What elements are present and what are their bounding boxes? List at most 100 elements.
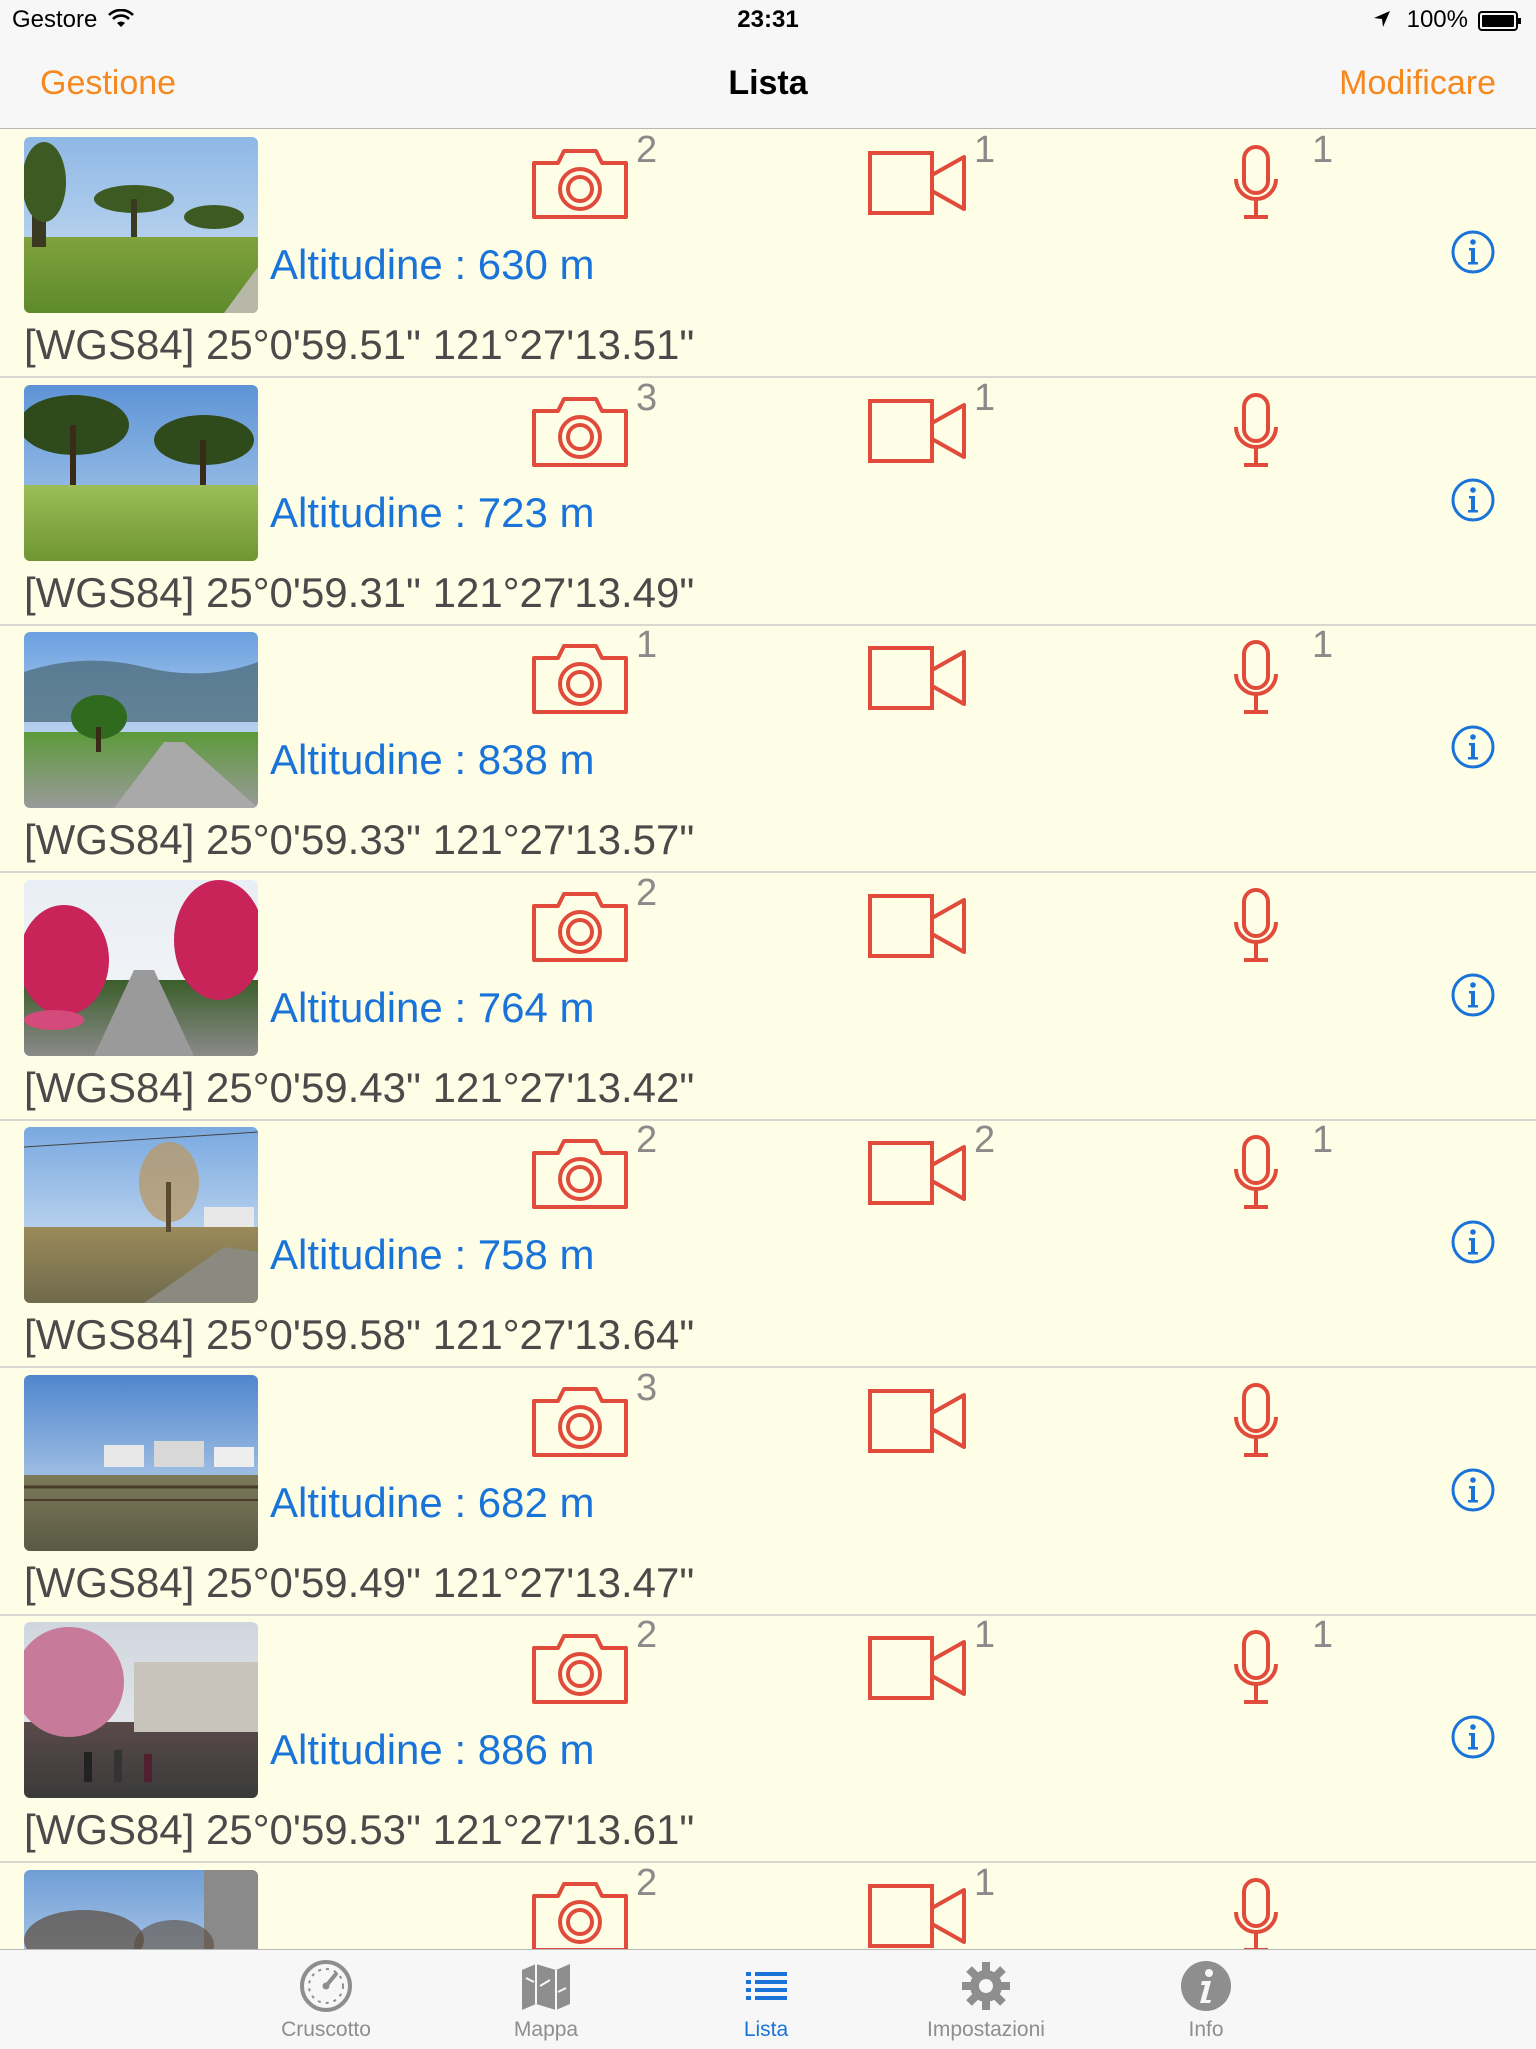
coordinates-label: [WGS84] 25°0'59.58" 121°27'13.64": [24, 1311, 695, 1358]
tab-info[interactable]: Info: [1126, 1958, 1286, 2042]
microphone-icon[interactable]: [1232, 1630, 1280, 1706]
photo-count: 2: [636, 129, 658, 171]
location-arrow-icon: [1372, 8, 1392, 36]
video-camera-icon[interactable]: [868, 1141, 968, 1205]
gear-icon: [962, 1962, 1010, 2010]
camera-icon[interactable]: [530, 1630, 630, 1706]
microphone-icon[interactable]: [1232, 1135, 1280, 1211]
tab-label: Impostazioni: [927, 2018, 1045, 2041]
list-item[interactable]: 2 1 1 Altitudine : 886 m [WGS84] 25°0'59…: [0, 1614, 1536, 1863]
microphone-icon[interactable]: [1232, 145, 1280, 221]
tab-label: Cruscotto: [281, 2018, 371, 2041]
camera-icon[interactable]: [530, 1383, 630, 1459]
tab-label: Mappa: [513, 2018, 579, 2041]
map-icon: [522, 1964, 570, 2010]
info-button[interactable]: [1450, 1714, 1496, 1765]
photo-count: 2: [636, 1614, 658, 1656]
video-camera-icon[interactable]: [868, 646, 968, 710]
battery-percentage: 100%: [1406, 6, 1468, 33]
audio-count: 1: [1312, 624, 1334, 666]
tab-label: Lista: [743, 2018, 789, 2041]
list-item[interactable]: 3 1 Altitudine : 723 m [WGS84] 25°0'59.3…: [0, 377, 1536, 626]
gauge-icon: [300, 1960, 352, 2012]
list-item[interactable]: 2 1 1 Altitudine : 630 m [WGS84] 25°0'59…: [0, 129, 1536, 378]
photo-thumbnail[interactable]: [24, 385, 258, 561]
info-button[interactable]: [1450, 477, 1496, 528]
photo-thumbnail[interactable]: [24, 632, 258, 808]
altitude-label: Altitudine : 723 m: [270, 489, 595, 536]
photo-count: 2: [636, 1862, 658, 1904]
video-camera-icon[interactable]: [868, 1884, 968, 1948]
video-camera-icon[interactable]: [868, 1389, 968, 1453]
info-button[interactable]: [1450, 724, 1496, 775]
list-item[interactable]: 1 1 Altitudine : 838 m [WGS84] 25°0'59.3…: [0, 624, 1536, 873]
microphone-icon[interactable]: [1232, 393, 1280, 469]
altitude-label: Altitudine : 838 m: [270, 736, 595, 783]
modificare-button[interactable]: Modificare: [1339, 64, 1496, 103]
video-camera-icon[interactable]: [868, 1636, 968, 1700]
video-count: 1: [974, 377, 996, 419]
battery-icon: [1478, 10, 1522, 31]
audio-count: 1: [1312, 1119, 1334, 1161]
waypoint-list[interactable]: 2 1 1 Altitudine : 630 m [WGS84] 25°0'59…: [0, 129, 1536, 1949]
coordinates-label: [WGS84] 25°0'59.53" 121°27'13.61": [24, 1806, 695, 1853]
tab-cruscotto[interactable]: Cruscotto: [246, 1958, 406, 2042]
photo-thumbnail[interactable]: [24, 1127, 258, 1303]
info-button[interactable]: [1450, 229, 1496, 280]
info-button[interactable]: [1450, 972, 1496, 1023]
tab-impostazioni[interactable]: Impostazioni: [906, 1958, 1066, 2042]
video-count: 1: [974, 129, 996, 171]
altitude-label: Altitudine : 630 m: [270, 241, 595, 288]
video-count: 2: [974, 1119, 996, 1161]
camera-icon[interactable]: [530, 1135, 630, 1211]
audio-count: 1: [1312, 1614, 1334, 1656]
camera-icon[interactable]: [530, 888, 630, 964]
video-camera-icon[interactable]: [868, 151, 968, 215]
microphone-icon[interactable]: [1232, 888, 1280, 964]
video-count: 1: [974, 1614, 996, 1656]
tab-label: Info: [1188, 2018, 1224, 2041]
video-camera-icon[interactable]: [868, 399, 968, 463]
camera-icon[interactable]: [530, 640, 630, 716]
altitude-label: Altitudine : 886 m: [270, 1726, 595, 1773]
page-title: Lista: [728, 64, 808, 102]
tab-lista[interactable]: Lista: [686, 1958, 846, 2042]
photo-thumbnail[interactable]: [24, 137, 258, 313]
photo-thumbnail[interactable]: [24, 1375, 258, 1551]
camera-icon[interactable]: [530, 393, 630, 469]
tab-bar: Cruscotto Mappa Lista Impostazioni Info: [0, 1949, 1536, 2049]
video-count: 1: [974, 1862, 996, 1904]
video-camera-icon[interactable]: [868, 894, 968, 958]
coordinates-label: [WGS84] 25°0'59.43" 121°27'13.42": [24, 1064, 695, 1111]
coordinates-label: [WGS84] 25°0'59.33" 121°27'13.57": [24, 816, 695, 863]
tab-mappa[interactable]: Mappa: [466, 1958, 626, 2042]
info-icon: [1181, 1961, 1231, 2011]
photo-thumbnail[interactable]: [24, 1870, 258, 1949]
info-button[interactable]: [1450, 1467, 1496, 1518]
info-button[interactable]: [1450, 1219, 1496, 1270]
coordinates-label: [WGS84] 25°0'59.31" 121°27'13.49": [24, 569, 695, 616]
navigation-bar: Gestione Lista Modificare: [0, 40, 1536, 129]
audio-count: 1: [1312, 129, 1334, 171]
status-bar: Gestore 23:31 100%: [0, 0, 1536, 40]
list-item[interactable]: 2 1: [0, 1862, 1536, 1949]
microphone-icon[interactable]: [1232, 1878, 1280, 1949]
coordinates-label: [WGS84] 25°0'59.49" 121°27'13.47": [24, 1559, 695, 1606]
photo-count: 3: [636, 1367, 658, 1409]
camera-icon[interactable]: [530, 1878, 630, 1949]
list-item[interactable]: 3 Altitudine : 682 m [WGS84] 25°0'59.49"…: [0, 1367, 1536, 1616]
photo-thumbnail[interactable]: [24, 1622, 258, 1798]
microphone-icon[interactable]: [1232, 1383, 1280, 1459]
altitude-label: Altitudine : 758 m: [270, 1231, 595, 1278]
microphone-icon[interactable]: [1232, 640, 1280, 716]
list-item[interactable]: 2 Altitudine : 764 m [WGS84] 25°0'59.43"…: [0, 872, 1536, 1121]
photo-count: 2: [636, 872, 658, 914]
photo-count: 1: [636, 624, 658, 666]
photo-count: 3: [636, 377, 658, 419]
camera-icon[interactable]: [530, 145, 630, 221]
altitude-label: Altitudine : 764 m: [270, 984, 595, 1031]
altitude-label: Altitudine : 682 m: [270, 1479, 595, 1526]
photo-count: 2: [636, 1119, 658, 1161]
photo-thumbnail[interactable]: [24, 880, 258, 1056]
list-item[interactable]: 2 2 1 Altitudine : 758 m [WGS84] 25°0'59…: [0, 1119, 1536, 1368]
